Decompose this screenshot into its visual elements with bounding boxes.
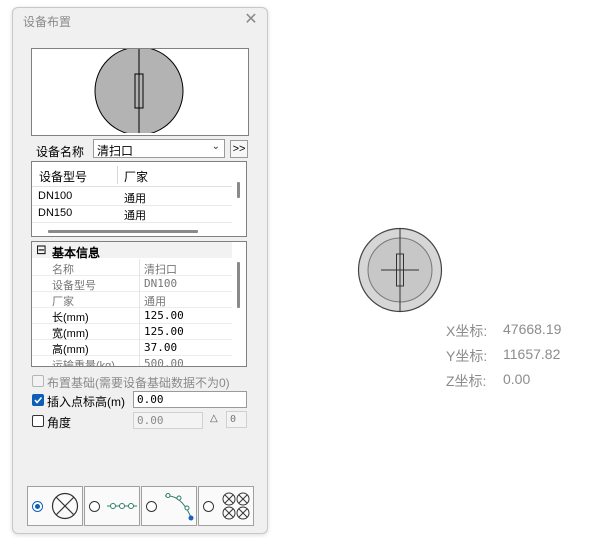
horizontal-scrollbar[interactable] xyxy=(48,230,198,233)
insert-height-label: 插入点标高(m) xyxy=(47,395,125,409)
property-row-length[interactable]: 长(mm) 125.00 xyxy=(32,307,232,324)
foundation-checkbox[interactable] xyxy=(32,375,44,387)
column-header-model: 设备型号 xyxy=(39,170,88,184)
row-maker: 通用 xyxy=(124,210,146,222)
table-row[interactable]: DN150 通用 xyxy=(32,205,232,223)
device-name-label: 设备名称 xyxy=(36,145,85,159)
property-row-maker[interactable]: 厂家 通用 xyxy=(32,291,232,308)
title-bar[interactable]: 设备布置 ✕ xyxy=(13,8,267,34)
property-grid: ⊟ 基本信息 名称 清扫口 设备型号 DN100 厂家 通用 长(mm) 125… xyxy=(31,241,247,367)
row-model: DN100 xyxy=(38,190,73,202)
device-name-value: 清扫口 xyxy=(97,144,134,158)
table-row[interactable]: DN100 通用 xyxy=(32,188,232,206)
x-coordinate-label: X坐标: xyxy=(446,323,488,339)
cleanout-preview-icon xyxy=(94,46,184,136)
column-header-maker: 厂家 xyxy=(124,170,149,184)
angle-label: 角度 xyxy=(47,416,72,430)
close-icon[interactable]: ✕ xyxy=(243,11,259,29)
property-value: 125.00 xyxy=(144,325,184,338)
collapse-icon[interactable]: ⊟ xyxy=(36,242,47,258)
property-value: 125.00 xyxy=(144,309,184,322)
z-coordinate-label: Z坐标: xyxy=(446,373,487,389)
symbol-preview xyxy=(31,46,249,136)
single-placement-icon xyxy=(51,492,79,520)
device-type-list: 设备型号 厂家 DN100 通用 DN150 通用 xyxy=(31,161,247,237)
mode-linear[interactable] xyxy=(84,486,140,526)
vertical-scrollbar[interactable] xyxy=(237,262,240,308)
cleanout-cursor-icon xyxy=(357,227,443,313)
delta-icon[interactable]: △ xyxy=(210,413,218,424)
linear-array-icon xyxy=(107,503,137,509)
vertical-scrollbar[interactable] xyxy=(237,182,240,198)
header-divider xyxy=(117,166,118,184)
property-value: 37.00 xyxy=(144,341,178,354)
header-underline xyxy=(32,186,232,187)
checkmark-icon xyxy=(34,396,43,404)
chevron-down-icon: ⌄ xyxy=(211,141,220,152)
angle-checkbox[interactable] xyxy=(32,415,44,427)
mode-grid-radio[interactable] xyxy=(203,501,214,512)
grid-array-icon xyxy=(222,492,250,520)
property-row-weight[interactable]: 运输重量(kg) 500.00 xyxy=(32,355,232,367)
device-placement-dialog: 设备布置 ✕ 设备名称 清扫口 ⌄ >> 设备型号 厂家 DN100 通用 DN… xyxy=(12,7,268,534)
mode-single[interactable] xyxy=(27,486,83,526)
device-name-select[interactable]: 清扫口 ⌄ xyxy=(93,139,225,158)
section-basic-info[interactable]: ⊟ 基本信息 xyxy=(32,242,232,260)
dialog-title: 设备布置 xyxy=(23,15,72,29)
z-coordinate-value: 0.00 xyxy=(503,371,531,387)
property-value: DN100 xyxy=(144,277,178,290)
mode-linear-radio[interactable] xyxy=(89,501,100,512)
insert-height-input[interactable]: 0.00 xyxy=(133,391,247,408)
row-model: DN150 xyxy=(38,207,73,219)
mode-curve-radio[interactable] xyxy=(146,501,157,512)
curve-array-icon xyxy=(164,493,194,521)
mode-grid[interactable] xyxy=(198,486,254,526)
mode-curve[interactable] xyxy=(141,486,197,526)
property-value: 500.00 xyxy=(144,357,184,367)
property-row-height[interactable]: 高(mm) 37.00 xyxy=(32,339,232,356)
mode-single-radio[interactable] xyxy=(32,501,43,512)
property-key: 运输重量(kg) xyxy=(52,360,115,367)
y-coordinate-label: Y坐标: xyxy=(446,348,488,364)
foundation-label: 布置基础(需要设备基础数据不为0) xyxy=(47,376,230,390)
angle-spin[interactable]: 0 xyxy=(226,411,247,428)
y-coordinate-value: 11657.82 xyxy=(503,346,561,362)
angle-input[interactable]: 0.00 xyxy=(133,412,203,429)
x-coordinate-value: 47668.19 xyxy=(503,321,562,337)
insert-height-checkbox[interactable] xyxy=(32,394,44,406)
row-maker: 通用 xyxy=(124,193,146,205)
property-row-name[interactable]: 名称 清扫口 xyxy=(32,259,232,276)
property-row-model[interactable]: 设备型号 DN100 xyxy=(32,275,232,292)
property-row-width[interactable]: 宽(mm) 125.00 xyxy=(32,323,232,340)
more-button[interactable]: >> xyxy=(230,140,248,158)
